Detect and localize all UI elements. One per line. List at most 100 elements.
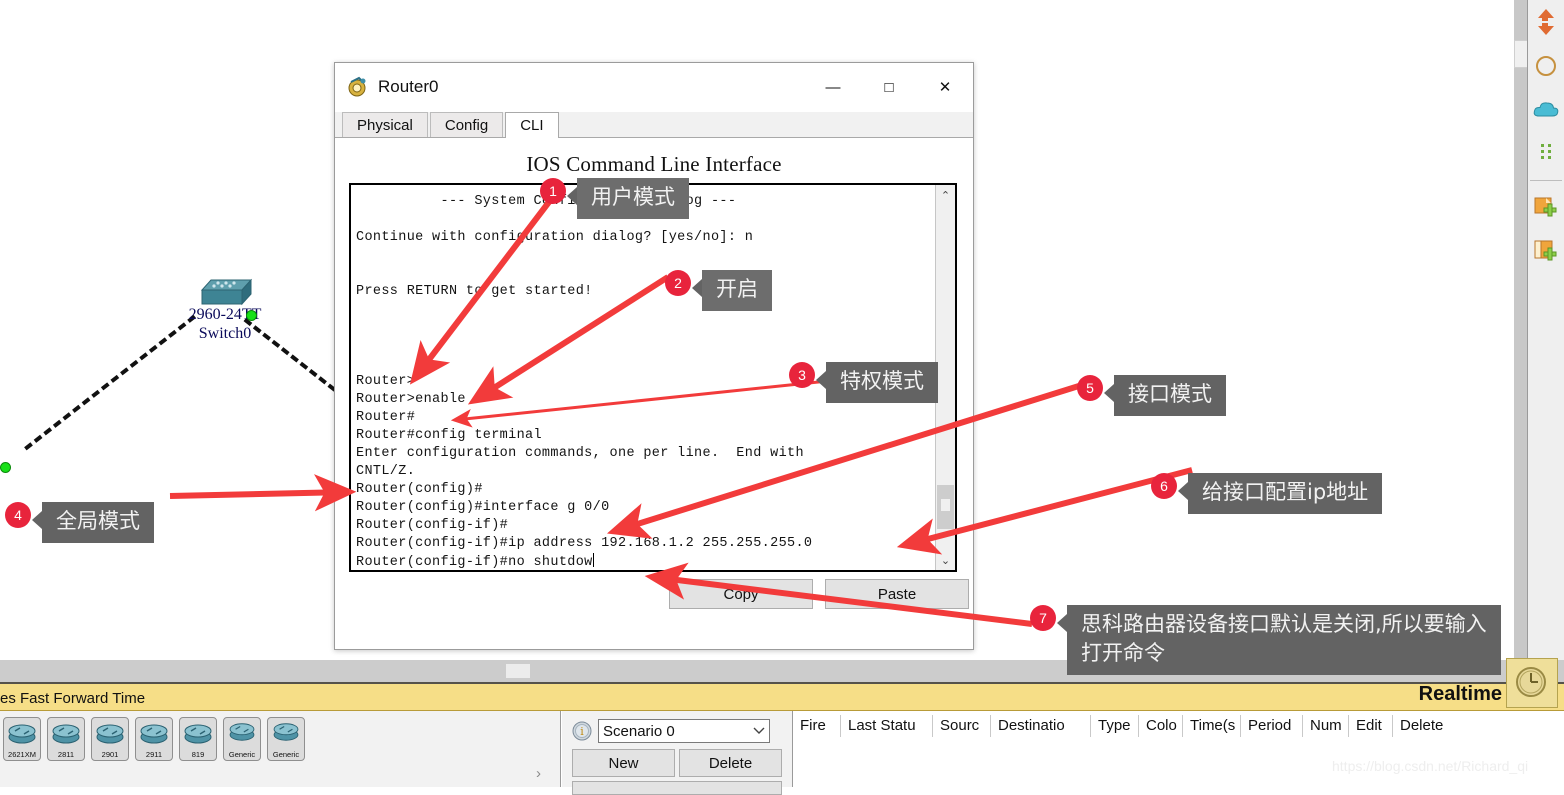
scroll-up-arrow[interactable]: ⌃: [936, 185, 955, 205]
tab-cli[interactable]: CLI: [505, 112, 559, 138]
fast-forward-time-label[interactable]: es Fast Forward Time: [0, 690, 145, 707]
workspace-vertical-scrollbar[interactable]: [1514, 0, 1528, 660]
annotation-text: 给接口配置ip地址: [1177, 473, 1383, 514]
device-generic-2[interactable]: Generic: [267, 717, 305, 761]
device-palette-next-arrow[interactable]: ›: [536, 765, 541, 782]
new-scenario-button[interactable]: New: [572, 749, 675, 777]
toolbar-divider: [1530, 180, 1562, 181]
col-num[interactable]: Num: [1303, 715, 1349, 737]
copy-button[interactable]: Copy: [669, 579, 813, 609]
device-generic-1[interactable]: Generic: [223, 717, 261, 761]
tab-config[interactable]: Config: [429, 112, 504, 137]
scenario-selected-value: Scenario 0: [603, 722, 675, 740]
annotation-badge: 7: [1030, 605, 1056, 631]
switch-model: 2960-24TT: [188, 306, 262, 323]
cli-heading: IOS Command Line Interface: [526, 152, 782, 176]
maximize-button[interactable]: □: [861, 65, 917, 109]
switch-label: 2960-24TT Switch0: [150, 305, 300, 343]
col-source[interactable]: Sourc: [933, 715, 991, 737]
col-destination[interactable]: Destinatio: [991, 715, 1091, 737]
annotation-badge: 1: [540, 178, 566, 204]
device-819[interactable]: 819: [179, 717, 217, 761]
horizontal-scroll-thumb[interactable]: [506, 664, 530, 678]
chevron-down-icon: [753, 727, 765, 734]
device-2901[interactable]: 2901: [91, 717, 129, 761]
workspace-tool-strip[interactable]: [1527, 0, 1564, 660]
cloud-icon[interactable]: [1528, 88, 1564, 132]
switch-name: Switch0: [198, 325, 252, 342]
annotation-badge: 4: [5, 502, 31, 528]
scenario-select[interactable]: Scenario 0: [598, 719, 770, 743]
annotation-2: 2 开启: [665, 270, 772, 311]
scenario-panel[interactable]: i Scenario 0 New Delete: [562, 711, 793, 795]
event-list-table[interactable]: Fire Last Statu Sourc Destinatio Type Co…: [793, 711, 1564, 787]
annotation-1: 1 用户模式: [540, 178, 689, 219]
tab-physical[interactable]: Physical: [342, 112, 428, 137]
cli-button-row: Copy Paste: [669, 579, 969, 611]
annotation-badge: 3: [789, 362, 815, 388]
col-last-status[interactable]: Last Statu: [841, 715, 933, 737]
link-status-dot: [0, 462, 11, 473]
annotation-4: 4 全局模式: [5, 502, 154, 543]
annotation-text: 开启: [692, 270, 772, 311]
annotation-badge: 2: [665, 270, 691, 296]
circle-icon[interactable]: [1528, 44, 1564, 88]
device-label: 2901: [101, 750, 119, 759]
scroll-down-arrow[interactable]: ⌄: [936, 550, 955, 570]
workspace-scroll-thumb[interactable]: [1514, 40, 1528, 68]
col-delete[interactable]: Delete: [1393, 715, 1463, 737]
col-color[interactable]: Colo: [1139, 715, 1183, 737]
device-label: 2911: [145, 750, 163, 759]
device-2811[interactable]: 2811: [47, 717, 85, 761]
scenario-extra-strip[interactable]: [572, 781, 782, 795]
col-edit[interactable]: Edit: [1349, 715, 1393, 737]
device-2621xm[interactable]: 2621XM: [3, 717, 41, 761]
tab-bar[interactable]: Physical Config CLI: [335, 112, 973, 138]
annotation-5: 5 接口模式: [1077, 375, 1226, 416]
svg-text:i: i: [580, 725, 584, 738]
add-note-icon[interactable]: [1528, 185, 1564, 229]
device-label: Generic: [228, 750, 256, 759]
info-icon: i: [572, 721, 592, 741]
router0-window[interactable]: Router0 — □ ✕ Physical Config CLI IOS Co…: [334, 62, 974, 650]
col-type[interactable]: Type: [1091, 715, 1139, 737]
annotation-6: 6 给接口配置ip地址: [1151, 473, 1383, 514]
simulation-status-bar: [0, 684, 1564, 711]
annotation-text: 用户模式: [567, 178, 689, 219]
cli-scrollbar[interactable]: ⌃ ⌄: [935, 185, 955, 570]
annotation-7: 7 思科路由器设备接口默认是关闭,所以要输入 打开命令: [1030, 605, 1501, 675]
device-label: Generic: [272, 750, 300, 759]
annotation-3: 3 特权模式: [789, 362, 938, 403]
event-table-header-row: Fire Last Statu Sourc Destinatio Type Co…: [793, 711, 1564, 741]
window-titlebar[interactable]: Router0 — □ ✕: [335, 63, 973, 112]
annotation-text: 特权模式: [816, 362, 938, 403]
scroll-thumb-grip: [941, 499, 950, 511]
scenario-row: i Scenario 0: [572, 719, 770, 743]
arrow-icon[interactable]: [1528, 0, 1564, 44]
annotation-badge: 6: [1151, 473, 1177, 499]
terminal-caret: [592, 553, 594, 567]
annotation-text: 思科路由器设备接口默认是关闭,所以要输入 打开命令: [1057, 605, 1501, 675]
scenario-buttons: New Delete: [572, 749, 782, 777]
link-status-dot: [246, 310, 257, 321]
paste-button[interactable]: Paste: [825, 579, 969, 609]
watermark: https://blog.csdn.net/Richard_qi: [1332, 758, 1529, 774]
close-button[interactable]: ✕: [917, 65, 973, 109]
delete-scenario-button[interactable]: Delete: [679, 749, 782, 777]
device-label: 819: [191, 750, 205, 759]
col-time[interactable]: Time(s: [1183, 715, 1241, 737]
col-period[interactable]: Period: [1241, 715, 1303, 737]
device-2911[interactable]: 2911: [135, 717, 173, 761]
annotation-text: 全局模式: [32, 502, 154, 543]
device-palette[interactable]: 2621XM 2811 2901 2911 819 Generic Generi…: [0, 711, 561, 787]
cli-scroll-thumb[interactable]: [937, 485, 954, 529]
dots-icon[interactable]: [1528, 132, 1564, 176]
minimize-button[interactable]: —: [805, 65, 861, 109]
clock-icon[interactable]: [1506, 658, 1558, 708]
add-file-icon[interactable]: [1528, 229, 1564, 273]
col-fire[interactable]: Fire: [793, 715, 841, 737]
annotation-badge: 5: [1077, 375, 1103, 401]
device-label: 2811: [57, 750, 75, 759]
annotation-text: 接口模式: [1104, 375, 1226, 416]
window-title: Router0: [378, 77, 439, 96]
